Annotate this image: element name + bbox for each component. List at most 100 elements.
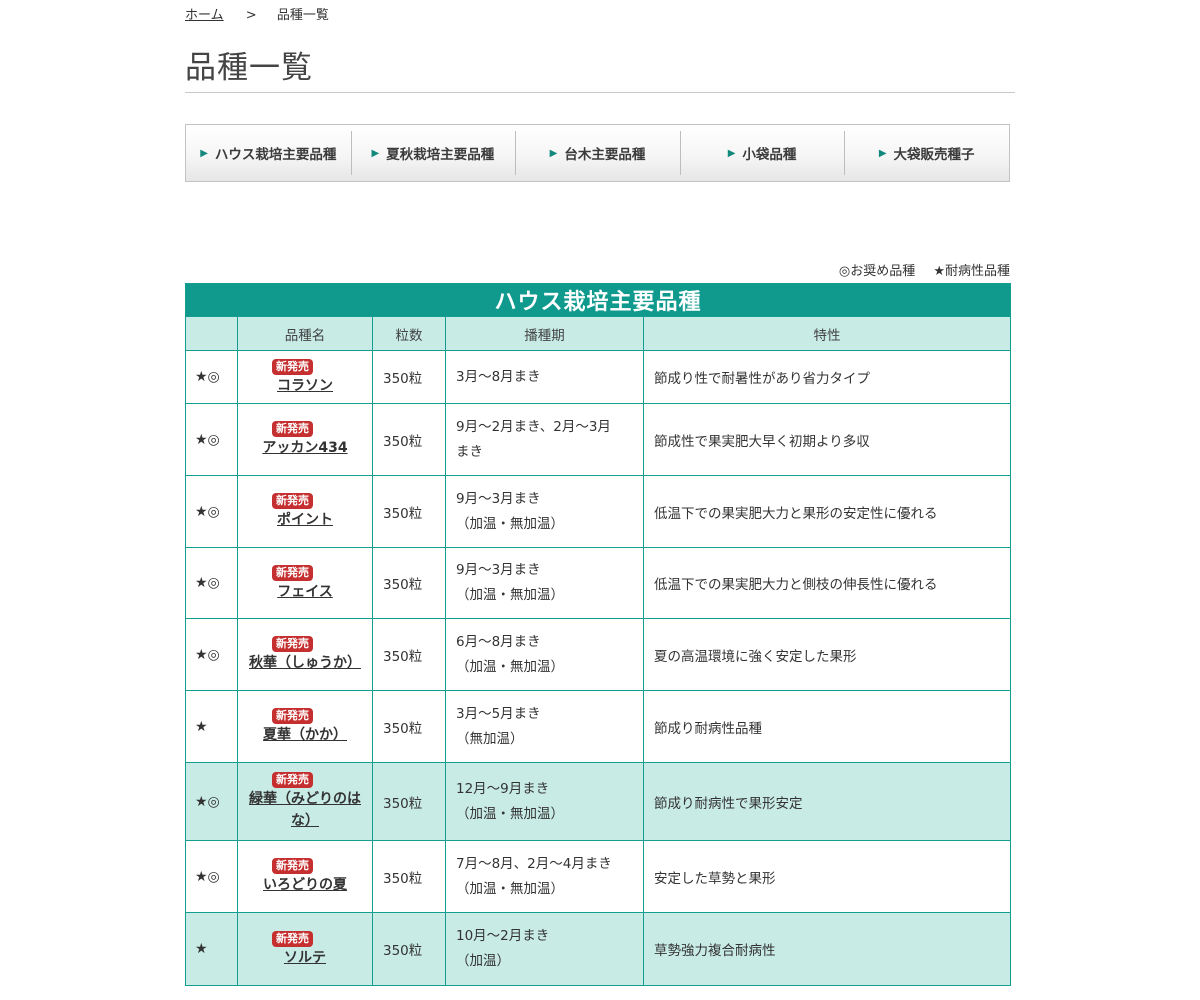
variety-name-link[interactable]: コラソン	[244, 375, 366, 397]
category-tabs: ▶ ハウス栽培主要品種 ▶ 夏秋栽培主要品種 ▶ 台木主要品種 ▶ 小袋品種 ▶…	[185, 124, 1010, 182]
variety-name-link[interactable]: 夏華（かか）	[244, 724, 366, 746]
tab-house-varieties[interactable]: ▶ ハウス栽培主要品種	[186, 125, 351, 181]
traits-cell: 節成り性で耐暑性があり省力タイプ	[642, 350, 1012, 404]
breadcrumb-current: 品種一覧	[276, 8, 329, 23]
tab-label: 台木主要品種	[564, 147, 646, 163]
table-row: ★◎ 新発売 アッカン434 350粒 9月〜2月まき、2月〜3月 まき 節成性で果実肥大早…	[185, 403, 1012, 476]
traits-cell: 草勢強力複合耐病性	[642, 912, 1012, 986]
variety-name-link[interactable]: 秋華（しゅうか）	[244, 652, 366, 674]
table-row: ★ 新発売 夏華（かか） 350粒 3月〜5月まき （無加温） 節成り耐病性品種	[185, 690, 1012, 763]
legend-resistant: ★耐病性品種	[933, 264, 1010, 279]
sowing-period-line: 10月〜2月まき	[456, 928, 550, 944]
seed-count-cell: 350粒	[372, 547, 446, 619]
traits-cell: 節成性で果実肥大早く初期より多収	[642, 403, 1012, 476]
name-cell: 新発売 ソルテ	[237, 912, 373, 986]
tab-label: 小袋品種	[742, 147, 797, 163]
name-cell: 新発売 夏華（かか）	[237, 690, 373, 763]
seed-count-cell: 350粒	[372, 403, 446, 476]
tab-small-packet-varieties[interactable]: ▶ 小袋品種	[679, 125, 845, 181]
variety-name-link[interactable]: アッカン434	[244, 437, 366, 459]
sowing-period-cell: 9月〜3月まき （加温・無加温）	[445, 547, 644, 619]
table-row: ★◎ 新発売 緑華（みどりのはな） 350粒 12月〜9月まき （加温・無加温） 節成り耐病…	[185, 762, 1012, 841]
sowing-period-line: 7月〜8月、2月〜4月まき	[456, 855, 612, 872]
name-cell: 新発売 フェイス	[237, 547, 373, 619]
sowing-period-cell: 9月〜2月まき、2月〜3月 まき	[445, 403, 644, 476]
sowing-period-cell: 9月〜3月まき （加温・無加温）	[445, 475, 644, 548]
traits-cell: 安定した草勢と果形	[642, 840, 1012, 913]
sowing-period-line: 12月〜9月まき	[456, 780, 550, 797]
sowing-period-note: （加温・無加温）	[456, 805, 564, 822]
sowing-period-line: 3月〜8月まき	[456, 368, 541, 385]
sowing-period-line: 9月〜2月まき、2月〜3月	[456, 418, 611, 435]
seed-count-cell: 350粒	[372, 618, 446, 691]
tab-large-bag-seeds[interactable]: ▶ 大袋販売種子	[844, 125, 1009, 181]
column-header-mark	[185, 316, 238, 351]
table-row: ★◎ 新発売 コラソン 350粒 3月〜8月まき 節成り性で耐暑性があり省力タイプ	[185, 350, 1012, 404]
table-row: ★ 新発売 ソルテ 350粒 10月〜2月まき （加温） 草勢強力複合耐病性	[185, 912, 1012, 986]
seed-count-cell: 350粒	[372, 762, 446, 841]
sowing-period-line: 9月〜3月まき	[456, 562, 541, 578]
tab-label: 大袋販売種子	[893, 147, 975, 163]
sowing-period-line: 6月〜8月まき	[456, 633, 541, 650]
traits-cell: 低温下での果実肥大力と側枝の伸長性に優れる	[642, 547, 1012, 619]
new-release-badge: 新発売	[272, 493, 313, 509]
page-title: 品種一覧	[185, 48, 1015, 93]
tab-label: ハウス栽培主要品種	[214, 147, 337, 163]
triangle-right-icon: ▶	[549, 147, 558, 159]
traits-cell: 低温下での果実肥大力と果形の安定性に優れる	[642, 475, 1012, 548]
table-row: ★◎ 新発売 ポイント 350粒 9月〜3月まき （加温・無加温） 低温下での果実肥大力と果…	[185, 475, 1012, 548]
legend-recommended: ◎お奨め品種	[838, 264, 916, 279]
mark-cell: ★◎	[185, 350, 238, 404]
table-row: ★◎ 新発売 フェイス 350粒 9月〜3月まき （加温・無加温） 低温下での果実肥大力と側…	[185, 547, 1012, 619]
variety-name-link[interactable]: ソルテ	[244, 947, 366, 969]
mark-cell: ★◎	[185, 547, 238, 619]
triangle-right-icon: ▶	[200, 147, 208, 159]
sowing-period-line: 3月〜5月まき	[456, 705, 541, 722]
seed-count-cell: 350粒	[372, 350, 446, 404]
sowing-period-cell: 3月〜8月まき	[445, 350, 644, 404]
sowing-period-note: （加温・無加温）	[456, 515, 564, 532]
sowing-period-note: （加温・無加温）	[456, 658, 564, 675]
variety-name-link[interactable]: ポイント	[244, 509, 366, 531]
new-release-badge: 新発売	[272, 708, 313, 724]
seed-count-cell: 350粒	[372, 475, 446, 548]
mark-cell: ★	[185, 690, 238, 763]
sowing-period-note: （加温）	[456, 953, 510, 969]
tab-summer-autumn-varieties[interactable]: ▶ 夏秋栽培主要品種	[350, 125, 516, 181]
column-header-traits: 特性	[642, 316, 1012, 351]
sowing-period-note: （加温・無加温）	[456, 880, 564, 897]
table-caption: ハウス栽培主要品種	[184, 283, 1012, 317]
table-row: ★◎ 新発売 いろどりの夏 350粒 7月〜8月、2月〜4月まき （加温・無加温） 安定した…	[185, 840, 1012, 913]
triangle-right-icon: ▶	[727, 147, 736, 159]
new-release-badge: 新発売	[272, 930, 313, 947]
tab-label: 夏秋栽培主要品種	[386, 147, 495, 163]
sowing-period-line: 9月〜3月まき	[456, 490, 541, 507]
new-release-badge: 新発売	[272, 564, 313, 581]
new-release-badge: 新発売	[272, 421, 313, 437]
sowing-period-note: まき	[456, 443, 483, 460]
sowing-period-cell: 7月〜8月、2月〜4月まき （加温・無加温）	[445, 840, 644, 913]
mark-legend: ◎お奨め品種 ★耐病性品種	[839, 260, 1010, 279]
column-header-name: 品種名	[237, 316, 373, 351]
sowing-period-cell: 6月〜8月まき （加温・無加温）	[445, 618, 644, 691]
sowing-period-cell: 12月〜9月まき （加温・無加温）	[445, 762, 644, 841]
triangle-right-icon: ▶	[878, 147, 887, 159]
variety-name-link[interactable]: いろどりの夏	[244, 874, 366, 896]
mark-cell: ★◎	[185, 840, 238, 913]
new-release-badge: 新発売	[272, 858, 313, 874]
sowing-period-cell: 3月〜5月まき （無加温）	[445, 690, 644, 763]
column-header-sowing: 播種期	[445, 316, 644, 351]
traits-cell: 節成り耐病性で果形安定	[642, 762, 1012, 841]
variety-name-link[interactable]: 緑華（みどりのはな）	[244, 788, 366, 832]
tab-rootstock-varieties[interactable]: ▶ 台木主要品種	[515, 125, 680, 181]
traits-cell: 節成り耐病性品種	[642, 690, 1012, 763]
table-header-row: 品種名 粒数 播種期 特性	[185, 316, 1012, 351]
breadcrumb-separator: >	[245, 8, 257, 23]
seed-count-cell: 350粒	[372, 840, 446, 913]
mark-cell: ★	[185, 912, 238, 986]
new-release-badge: 新発売	[272, 772, 313, 788]
breadcrumb-home-link[interactable]: ホーム	[185, 8, 224, 23]
traits-cell: 夏の高温環境に強く安定した果形	[642, 618, 1012, 691]
variety-name-link[interactable]: フェイス	[244, 581, 366, 603]
sowing-period-note: （加温・無加温）	[456, 587, 564, 603]
